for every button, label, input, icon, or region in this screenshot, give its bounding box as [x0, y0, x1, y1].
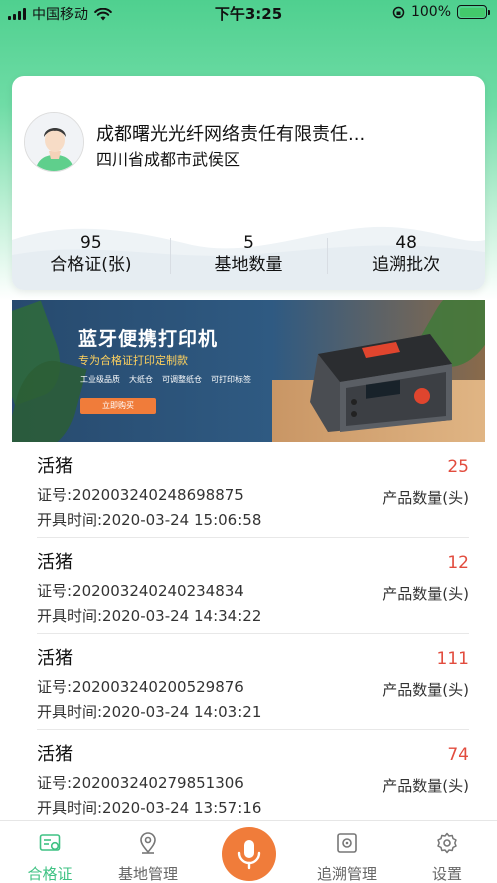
trace-icon [337, 833, 357, 853]
list-item[interactable]: 活猪 证号:202003240248698875 开具时间:2020-03-24… [37, 442, 469, 538]
product-name: 活猪 [37, 456, 73, 477]
banner-tags: 工业级品质 大纸仓 可调整纸仓 可打印标签 [80, 374, 251, 385]
certificate-icon [39, 834, 61, 851]
issue-time: 开具时间:2020-03-24 14:34:22 [37, 607, 262, 625]
certificate-number: 证号:202003240248698875 [37, 486, 244, 504]
certificate-number: 证号:202003240200529876 [37, 678, 244, 696]
issue-time: 开具时间:2020-03-24 14:03:21 [37, 703, 262, 721]
stat-bases[interactable]: 5 基地数量 [169, 232, 328, 280]
banner-tag: 可打印标签 [211, 375, 251, 384]
voice-button[interactable] [222, 827, 276, 881]
certificate-number: 证号:202003240279851306 [37, 774, 244, 792]
buy-now-button[interactable]: 立即购买 [80, 398, 156, 414]
banner-tag: 可调整纸仓 [162, 375, 202, 384]
status-bar: 中国移动 下午3:25 100% [0, 0, 497, 26]
stats-row: 95 合格证(张) 5 基地数量 48 追溯批次 [12, 232, 485, 280]
quantity-label: 产品数量(头) [382, 585, 469, 603]
battery-percent: 100% [410, 4, 451, 20]
gear-icon [437, 832, 457, 854]
tab-label: 基地管理 [117, 865, 178, 883]
list-item[interactable]: 活猪 证号:202003240200529876 开具时间:2020-03-24… [37, 634, 469, 730]
tab-certificate[interactable]: 合格证 [0, 821, 100, 883]
stat-label: 追溯批次 [372, 255, 441, 275]
banner-title: 蓝牙便携打印机 [78, 328, 219, 350]
promo-banner[interactable]: 蓝牙便携打印机 专为合格证打印定制款 工业级品质 大纸仓 可调整纸仓 可打印标签… [12, 300, 485, 442]
company-address: 四川省成都市武侯区 [96, 150, 241, 169]
stat-label: 合格证(张) [50, 255, 132, 275]
stat-batches[interactable]: 48 追溯批次 [327, 232, 485, 280]
tab-bar: 合格证 基地管理 追溯管理 设置 [0, 820, 497, 883]
product-name: 活猪 [37, 648, 73, 669]
microphone-icon [237, 840, 261, 870]
quantity-label: 产品数量(头) [382, 777, 469, 795]
profile-card[interactable]: 成都曙光光纤网络责任有限责任... 四川省成都市武侯区 95 合格证(张) 5 … [12, 76, 485, 290]
stat-value: 48 [395, 233, 417, 253]
list-item[interactable]: 活猪 证号:202003240279851306 开具时间:2020-03-24… [37, 730, 469, 820]
stat-value: 5 [243, 233, 254, 253]
issue-time: 开具时间:2020-03-24 13:57:16 [37, 799, 262, 817]
tab-label: 设置 [431, 865, 462, 883]
stat-value: 95 [80, 233, 102, 253]
quantity-label: 产品数量(头) [382, 489, 469, 507]
product-quantity: 74 [447, 745, 469, 765]
product-quantity: 111 [436, 649, 469, 669]
wifi-icon [94, 7, 112, 20]
quantity-label: 产品数量(头) [382, 681, 469, 699]
signal-icon [8, 8, 26, 20]
carrier-label: 中国移动 [32, 7, 88, 23]
tab-trace-management[interactable]: 追溯管理 [297, 821, 397, 883]
certificate-list: 活猪 证号:202003240248698875 开具时间:2020-03-24… [0, 442, 497, 820]
company-name: 成都曙光光纤网络责任有限责任... [96, 124, 366, 145]
banner-tag: 工业级品质 [80, 375, 120, 384]
product-name: 活猪 [37, 552, 73, 573]
product-quantity: 12 [447, 553, 469, 573]
orientation-lock-icon [392, 6, 405, 18]
tab-label: 合格证 [27, 865, 73, 883]
banner-tag: 大纸仓 [129, 375, 153, 384]
stat-label: 基地数量 [214, 255, 283, 275]
tab-label: 追溯管理 [316, 865, 377, 883]
issue-time: 开具时间:2020-03-24 15:06:58 [37, 511, 262, 529]
product-name: 活猪 [37, 744, 73, 765]
printer-image [310, 334, 452, 432]
banner-subtitle: 专为合格证打印定制款 [78, 354, 188, 367]
tab-base-management[interactable]: 基地管理 [98, 821, 198, 883]
tab-settings[interactable]: 设置 [397, 821, 497, 883]
location-pin-icon [140, 832, 156, 854]
battery-icon [457, 5, 490, 19]
product-quantity: 25 [447, 457, 469, 477]
stat-certificates[interactable]: 95 合格证(张) [12, 232, 170, 280]
list-item[interactable]: 活猪 证号:202003240240234834 开具时间:2020-03-24… [37, 538, 469, 634]
avatar[interactable] [24, 112, 84, 172]
certificate-number: 证号:202003240240234834 [37, 582, 244, 600]
